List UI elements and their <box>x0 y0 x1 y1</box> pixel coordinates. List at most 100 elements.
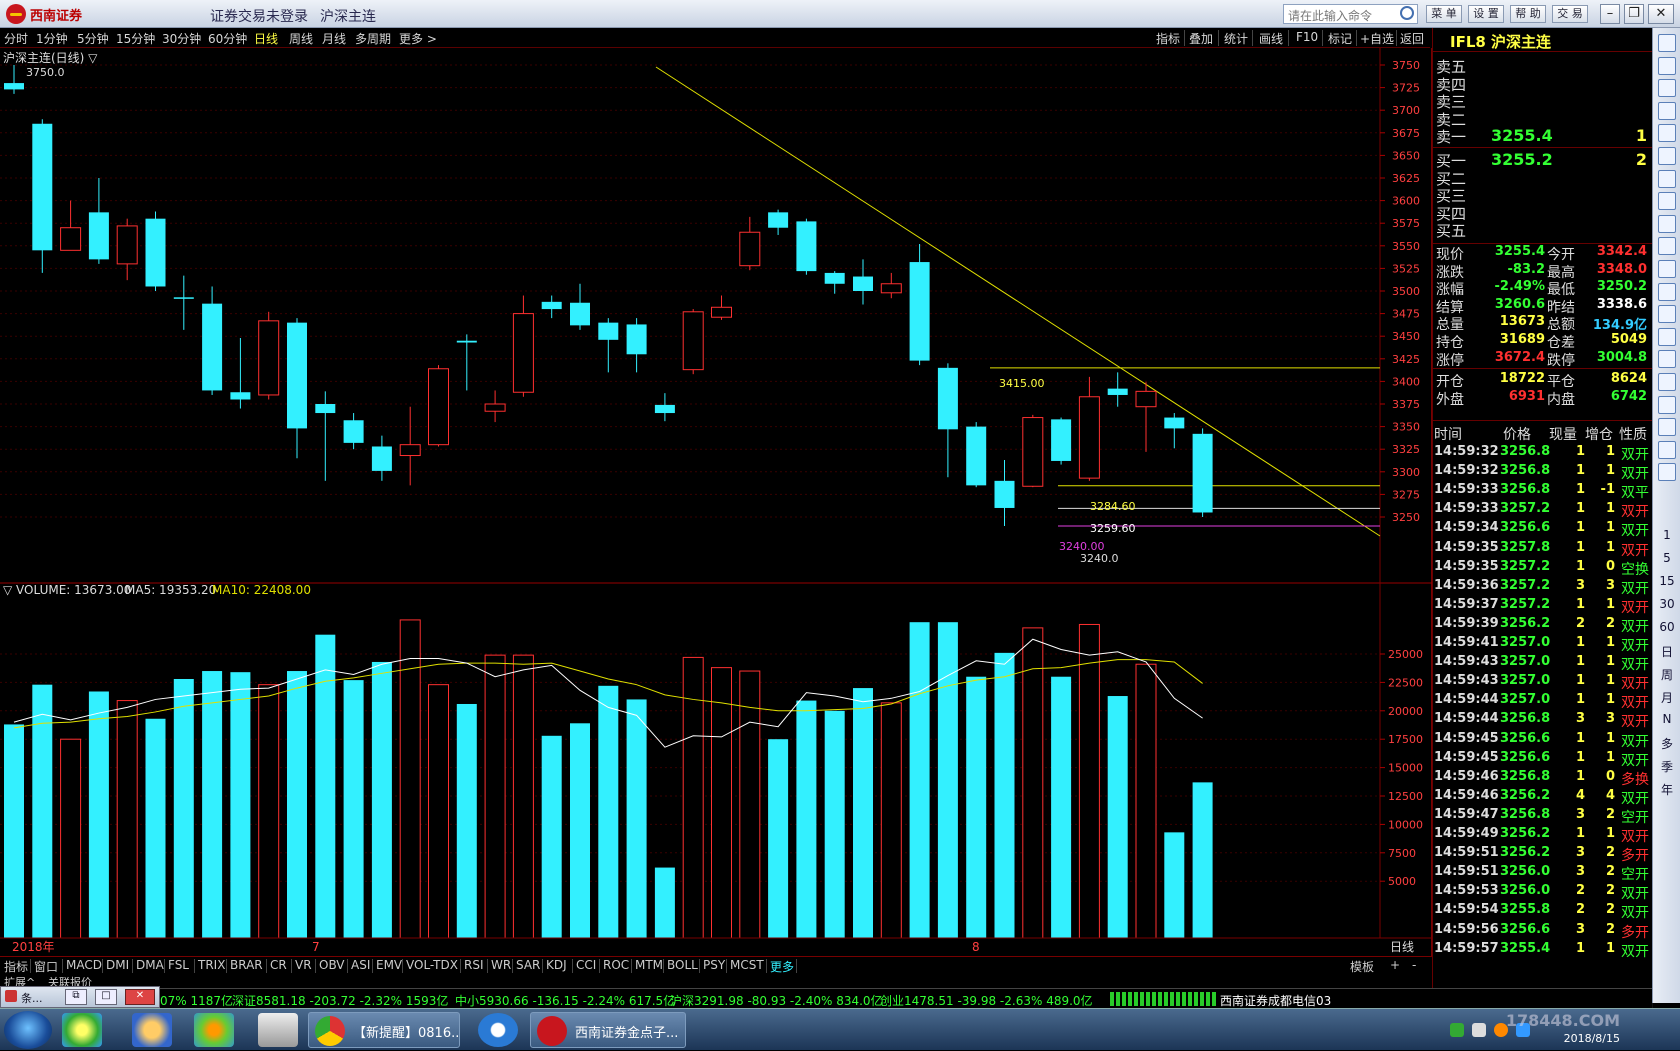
tool-f10[interactable]: F10 <box>1296 30 1318 44</box>
period-5min[interactable]: 5分钟 <box>77 30 109 47</box>
indicator-tab-emv[interactable]: EMV <box>376 958 402 972</box>
list-icon[interactable] <box>1658 237 1676 256</box>
dollar-icon[interactable] <box>1658 373 1676 391</box>
help-button[interactable]: 帮 助 <box>1510 5 1546 23</box>
tool-add-watchlist[interactable]: +自选 <box>1360 30 1394 47</box>
trade-button[interactable]: 交 易 <box>1552 5 1588 23</box>
sidebar-period-button[interactable]: 60 <box>1653 620 1680 634</box>
indicator-tab-窗口[interactable]: 窗口 <box>34 958 58 975</box>
indicator-tab-kdj[interactable]: KDJ <box>546 958 567 972</box>
remove-window-button[interactable]: - <box>1412 958 1416 972</box>
indicator-tab-sar[interactable]: SAR <box>516 958 540 972</box>
indicator-tab-cr[interactable]: CR <box>270 958 287 972</box>
indicator-tab-asi[interactable]: ASI <box>351 958 370 972</box>
indicator-tab-boll[interactable]: BOLL <box>667 958 698 972</box>
period-weekly[interactable]: 周线 <box>289 30 313 47</box>
up-arrow-icon[interactable] <box>1658 34 1676 52</box>
sidebar-period-button[interactable]: 15 <box>1653 574 1680 588</box>
taskbar-trading-window[interactable]: 西南证券金点子... <box>530 1012 686 1048</box>
indicator-tab-rsi[interactable]: RSI <box>464 958 484 972</box>
period-30min[interactable]: 30分钟 <box>162 30 201 47</box>
indicator-tab-mtm[interactable]: MTM <box>635 958 663 972</box>
indicator-tab-fsl[interactable]: FSL <box>168 958 189 972</box>
indicator-tab-更多[interactable]: 更多 <box>770 958 794 975</box>
app-icon[interactable] <box>478 1013 518 1047</box>
shield-icon[interactable] <box>1450 1023 1464 1037</box>
indicator-tab-psy[interactable]: PSY <box>703 958 725 972</box>
report-icon[interactable] <box>1658 101 1676 120</box>
taskbar-chrome-window[interactable]: 【新提醒】0816... <box>308 1012 460 1048</box>
calculator-icon[interactable] <box>258 1013 298 1047</box>
tool-overlay[interactable]: 叠加 <box>1189 30 1213 47</box>
indicator-tab-brar[interactable]: BRAR <box>230 958 263 972</box>
tool-back[interactable]: 返回 <box>1400 30 1424 47</box>
search-icon[interactable] <box>1400 6 1414 20</box>
indicator-tab-cci[interactable]: CCI <box>576 958 596 972</box>
sidebar-period-button[interactable]: 季 <box>1653 758 1680 775</box>
floating-window[interactable]: 条... ⧉ □ ✕ <box>0 986 160 1008</box>
add-window-button[interactable]: + <box>1390 958 1400 972</box>
start-button[interactable] <box>4 1011 52 1049</box>
app-icon[interactable] <box>62 1013 102 1047</box>
command-input[interactable]: 请在此输入命令 <box>1283 4 1418 24</box>
kline-chart-area[interactable]: 沪深主连(日线) ▽ 3750.0 3240.0 3750 3725 3700 367… <box>0 48 1432 956</box>
indicator-tab-trix[interactable]: TRIX <box>198 958 225 972</box>
pencil-icon[interactable] <box>1658 418 1676 437</box>
template-button[interactable]: 模板 <box>1350 958 1374 975</box>
period-monthly[interactable]: 月线 <box>322 30 346 47</box>
indicator-tab-mcst[interactable]: MCST <box>730 958 764 972</box>
line-chart-icon[interactable] <box>1658 147 1676 165</box>
indicator-tab-vr[interactable]: VR <box>295 958 312 972</box>
f2-icon[interactable] <box>1658 282 1676 301</box>
paint-icon[interactable] <box>194 1013 234 1047</box>
down-arrow-icon[interactable] <box>1658 79 1676 98</box>
maximize-icon[interactable]: □ <box>95 989 117 1005</box>
sidebar-period-button[interactable]: 周 <box>1653 666 1680 683</box>
calendar-icon[interactable] <box>1658 327 1676 346</box>
indicator-tab-obv[interactable]: OBV <box>319 958 345 972</box>
sidebar-period-button[interactable]: 年 <box>1653 781 1680 798</box>
indicator-tab-dmi[interactable]: DMI <box>106 958 129 972</box>
tool-stats[interactable]: 统计 <box>1224 30 1248 47</box>
history-icon[interactable] <box>1658 305 1676 324</box>
indicator-tab-指标[interactable]: 指标 <box>4 958 28 975</box>
kline-chart[interactable]: 沪深主连(日线) ▽ 3750.0 3240.0 3750 3725 3700 367… <box>0 48 1432 956</box>
period-tick[interactable]: 分时 <box>4 30 28 47</box>
indicator-tab-dma[interactable]: DMA <box>136 958 164 972</box>
restore-icon[interactable]: ⧉ <box>65 989 87 1005</box>
tool-indicator[interactable]: 指标 <box>1156 30 1180 47</box>
image-icon[interactable] <box>1658 463 1676 482</box>
bar-chart-icon[interactable] <box>1658 124 1676 143</box>
sidebar-period-button[interactable]: 30 <box>1653 597 1680 611</box>
settings-button[interactable]: 设 置 <box>1468 5 1504 23</box>
rsi-icon[interactable] <box>1658 350 1676 369</box>
move-icon[interactable] <box>1658 395 1676 414</box>
market-icon[interactable] <box>1658 192 1676 211</box>
period-multi[interactable]: 多周期 <box>355 30 391 47</box>
indicator-tab-vol-tdx[interactable]: VOL-TDX <box>406 958 458 972</box>
tool-mark[interactable]: 标记 <box>1328 30 1352 47</box>
close-icon[interactable]: ✕ <box>1648 4 1674 24</box>
sidebar-period-button[interactable]: 月 <box>1653 689 1680 706</box>
period-more[interactable]: 更多 > <box>399 30 437 47</box>
network-icon[interactable] <box>1472 1023 1486 1037</box>
menu-button[interactable]: 菜 单 <box>1426 5 1462 23</box>
app-icon[interactable] <box>132 1013 172 1047</box>
close-icon[interactable]: ✕ <box>125 989 155 1005</box>
sidebar-period-button[interactable]: 1 <box>1653 528 1680 542</box>
period-15min[interactable]: 15分钟 <box>116 30 155 47</box>
sidebar-period-button[interactable]: 多 <box>1653 735 1680 752</box>
home-icon[interactable] <box>1658 56 1676 75</box>
sidebar-period-button[interactable]: 5 <box>1653 551 1680 565</box>
restore-icon[interactable]: ❐ <box>1624 4 1644 24</box>
tool-draw[interactable]: 画线 <box>1259 30 1283 47</box>
clock[interactable]: 178448.COM 2018/8/15 <box>1506 1012 1620 1048</box>
minimize-icon[interactable]: – <box>1600 4 1620 24</box>
period-60min[interactable]: 60分钟 <box>208 30 247 47</box>
indicator-tab-macd[interactable]: MACD <box>66 958 102 972</box>
sidebar-period-button[interactable]: N <box>1653 712 1680 726</box>
period-1min[interactable]: 1分钟 <box>36 30 68 47</box>
f10-icon[interactable] <box>1658 214 1676 233</box>
sidebar-period-button[interactable]: 日 <box>1653 643 1680 660</box>
indicator-tab-roc[interactable]: ROC <box>603 958 629 972</box>
